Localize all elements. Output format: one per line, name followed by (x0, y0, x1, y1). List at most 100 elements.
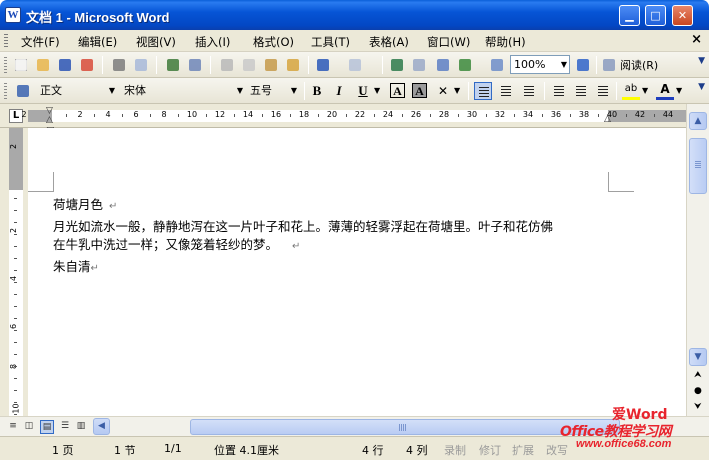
menu-view[interactable]: 视图(V) (136, 34, 176, 50)
align-center-icon (501, 86, 511, 96)
zoom-select[interactable]: 100% ▼ (510, 55, 570, 74)
menu-tools[interactable]: 工具(T) (311, 34, 350, 50)
paragraph-body-line-1[interactable]: 月光如流水一般，静静地泻在这一片叶子和花上。薄薄的轻雾浮起在荷塘里。叶子和花仿佛 (53, 218, 553, 236)
status-track-changes[interactable]: 修订 (479, 442, 501, 458)
status-position: 位置 4.1厘米 (214, 444, 279, 457)
align-right-button[interactable] (520, 82, 538, 100)
vertical-scrollbar[interactable]: ▲ ▼ ⮝ ● ⮟ (686, 104, 709, 416)
chevron-down-icon[interactable]: ▼ (642, 86, 648, 95)
styles-pane-icon[interactable] (14, 82, 32, 100)
toolbar-options-icon[interactable]: ▼ (698, 56, 705, 66)
menu-format[interactable]: 格式(O) (253, 34, 294, 50)
research-icon[interactable] (186, 56, 204, 74)
chevron-down-icon[interactable]: ▼ (676, 86, 682, 95)
document-map-icon[interactable] (488, 56, 506, 74)
character-scaling-icon[interactable]: ✕ (434, 82, 452, 100)
bold-button[interactable]: B (308, 82, 326, 100)
menu-file[interactable]: 文件(F) (21, 34, 60, 50)
tables-borders-icon[interactable] (410, 56, 428, 74)
ruler-tick (542, 114, 543, 117)
previous-page-icon[interactable]: ⮝ (694, 370, 702, 380)
print-preview-icon[interactable] (132, 56, 150, 74)
close-document-icon[interactable]: × (691, 32, 702, 47)
style-value: 正文 (40, 84, 62, 97)
right-indent-marker[interactable]: △ (604, 114, 611, 124)
menu-insert[interactable]: 插入(I) (195, 34, 230, 50)
maximize-button[interactable]: □ (645, 5, 666, 26)
scroll-up-icon[interactable]: ▲ (689, 112, 707, 130)
font-select[interactable]: 宋体 ▼ (120, 81, 246, 100)
outline-view-icon[interactable]: ☰ (58, 420, 72, 434)
decrease-indent-button[interactable] (594, 82, 612, 100)
font-size-select[interactable]: 五号 ▼ (246, 81, 300, 100)
italic-button[interactable]: I (330, 82, 348, 100)
paragraph-author[interactable]: 朱自清↵ (53, 258, 99, 278)
status-extend-selection[interactable]: 扩展 (512, 442, 534, 458)
bullets-button[interactable] (572, 82, 590, 100)
web-layout-view-icon[interactable]: ◫ (22, 420, 36, 434)
paste-icon[interactable] (262, 56, 280, 74)
select-browse-object-icon[interactable]: ● (694, 386, 702, 396)
document-page[interactable]: 荷塘月色 ↵ 月光如流水一般，静静地泻在这一片叶子和花上。薄薄的轻雾浮起在荷塘里。… (28, 128, 686, 416)
close-button[interactable]: ✕ (672, 5, 693, 26)
insert-excel-icon[interactable] (456, 56, 474, 74)
format-painter-icon[interactable] (284, 56, 302, 74)
align-center-button[interactable] (497, 82, 515, 100)
ruler-tick (206, 114, 207, 117)
underline-button[interactable]: U (354, 82, 372, 100)
chevron-down-icon[interactable]: ▼ (374, 86, 380, 95)
spelling-icon[interactable] (164, 56, 182, 74)
align-left-button[interactable] (474, 82, 492, 100)
open-icon[interactable] (34, 56, 52, 74)
print-layout-view-icon[interactable]: ▤ (40, 420, 54, 434)
save-icon[interactable] (56, 56, 74, 74)
copy-icon[interactable] (240, 56, 258, 74)
menu-edit[interactable]: 编辑(E) (78, 34, 117, 50)
minimize-button[interactable]: ▁ (619, 5, 640, 26)
toolbar-options-icon[interactable]: ▼ (698, 82, 705, 92)
cut-icon[interactable] (218, 56, 236, 74)
chevron-down-icon[interactable]: ▼ (454, 86, 460, 95)
paragraph-title[interactable]: 荷塘月色 ↵ (53, 196, 117, 216)
undo-icon[interactable] (314, 56, 332, 74)
character-border-button[interactable]: A (390, 83, 405, 98)
normal-view-icon[interactable]: ≡ (6, 420, 20, 434)
numbering-button[interactable] (550, 82, 568, 100)
ruler-tick (430, 114, 431, 117)
reading-layout-view-icon[interactable]: ▥ (74, 420, 88, 434)
scroll-down-icon[interactable]: ▼ (689, 348, 707, 366)
ruler-number: 38 (578, 110, 590, 119)
horizontal-scroll-thumb[interactable] (190, 419, 620, 435)
ruler-tick (178, 114, 179, 117)
hyperlink-icon[interactable] (388, 56, 406, 74)
scroll-left-icon[interactable]: ◀ (93, 418, 110, 435)
numbering-icon (554, 86, 564, 96)
read-icon[interactable] (600, 56, 616, 74)
insert-table-icon[interactable] (434, 56, 452, 74)
character-shading-button[interactable]: A (412, 83, 427, 98)
vertical-ruler-number: 6 (9, 323, 19, 330)
vertical-scroll-thumb[interactable] (689, 138, 707, 194)
status-record-macro[interactable]: 录制 (444, 442, 466, 458)
toolbar-grip[interactable] (4, 57, 7, 73)
style-select[interactable]: 正文 ▼ (36, 81, 118, 100)
new-icon[interactable] (12, 56, 30, 74)
help-icon[interactable] (574, 56, 592, 74)
paragraph-body-line-2[interactable]: 在牛乳中洗过一样；又像笼着轻纱的梦。 ↵ (53, 236, 300, 256)
menu-help[interactable]: 帮助(H) (485, 34, 526, 50)
toolbar-grip[interactable] (4, 83, 7, 99)
menubar-grip[interactable] (4, 34, 8, 48)
read-button[interactable]: 阅读(R) (620, 57, 658, 73)
vertical-ruler-tick (14, 414, 17, 415)
highlight-button[interactable]: ab (622, 82, 640, 100)
menu-table[interactable]: 表格(A) (369, 34, 409, 50)
permission-icon[interactable] (78, 56, 96, 74)
horizontal-ruler[interactable]: L 2 2 4 6 8 10 12 14 16 18 20 22 24 26 28 30 32 34 36 38 40 4… (0, 104, 709, 134)
print-icon[interactable] (110, 56, 128, 74)
word-app-icon[interactable]: W (5, 7, 21, 23)
vertical-ruler[interactable]: 2246810 (0, 128, 28, 416)
menu-bar: 文件(F) 编辑(E) 视图(V) 插入(I) 格式(O) 工具(T) 表格(A… (0, 30, 709, 52)
redo-icon[interactable] (346, 56, 364, 74)
font-color-button[interactable]: A (656, 82, 674, 100)
menu-window[interactable]: 窗口(W) (427, 34, 470, 50)
